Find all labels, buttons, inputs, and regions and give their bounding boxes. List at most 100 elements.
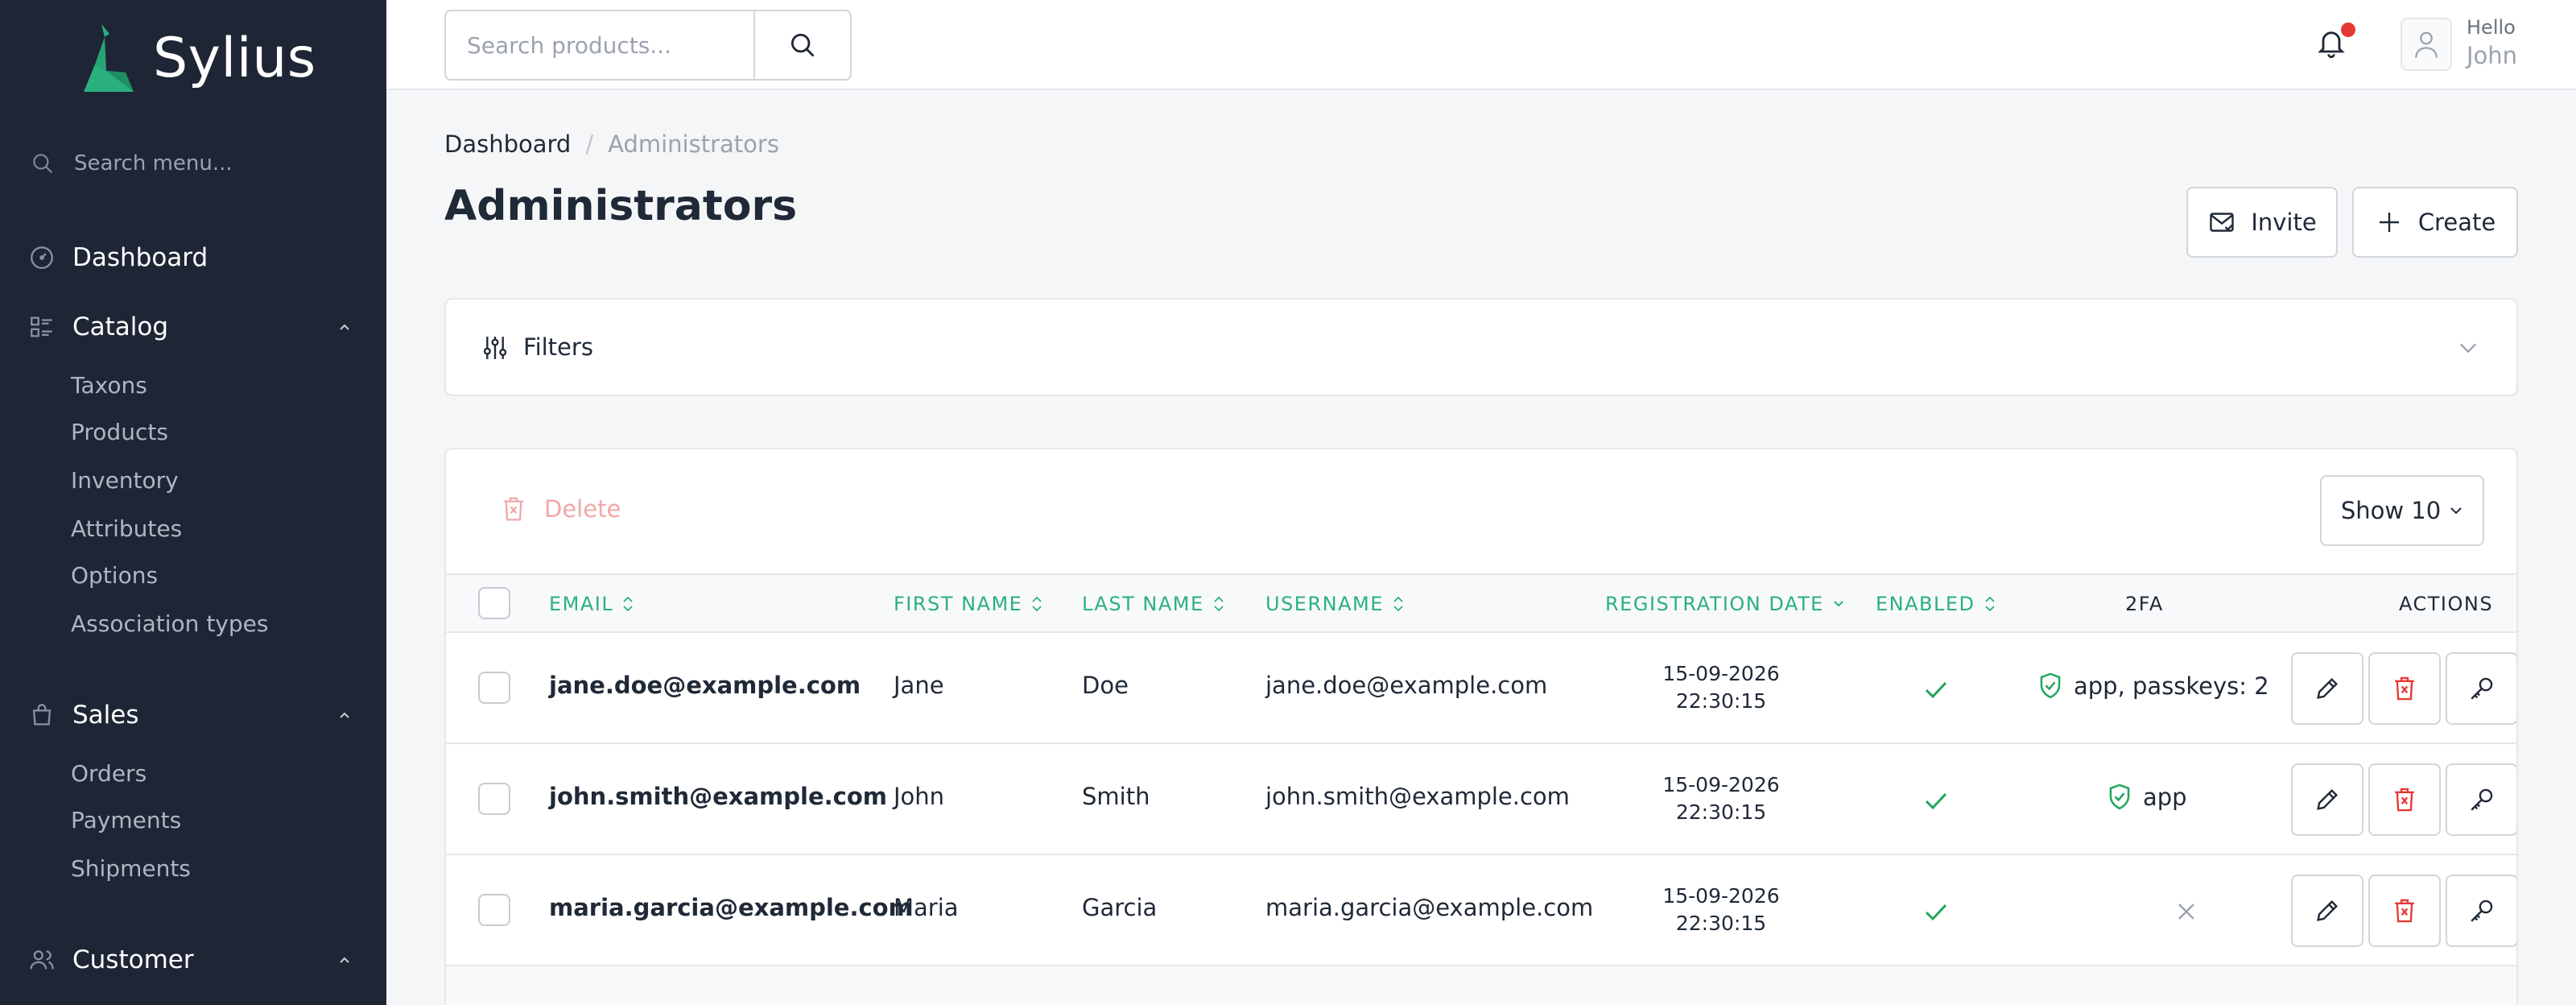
cell-registration-date: 15-09-2026 22:30:15 (1633, 883, 1810, 937)
shield-check-icon (2040, 672, 2061, 699)
edit-button[interactable] (2291, 875, 2363, 947)
invite-label: Invite (2251, 209, 2317, 236)
edit-button[interactable] (2291, 763, 2363, 836)
cell-last-name: Smith (1082, 783, 1150, 810)
table-row: john.smith@example.com John Smith john.s… (446, 744, 2516, 855)
x-icon (2175, 900, 2198, 923)
row-checkbox[interactable] (478, 783, 510, 815)
page-size-label: Show 10 (2340, 497, 2442, 524)
sort-icon (1213, 596, 1224, 612)
time-value: 22:30:15 (1675, 912, 1767, 935)
impersonate-button[interactable] (2446, 652, 2516, 725)
cell-2fa: app, passkeys: 2 (2037, 672, 2269, 701)
filters-panel[interactable]: Filters (444, 298, 2518, 396)
sidebar-section-label: Sales (72, 701, 139, 730)
create-button[interactable]: Create (2352, 187, 2518, 258)
impersonate-button[interactable] (2446, 763, 2516, 836)
trash-icon (2395, 676, 2414, 701)
bulk-delete-button[interactable]: Delete (501, 494, 621, 523)
impersonate-button[interactable] (2446, 875, 2516, 947)
sort-icon (1393, 596, 1403, 612)
column-registration-date[interactable]: REGISTRATION DATE (1605, 593, 1845, 615)
user-name[interactable]: John (2467, 42, 2517, 69)
sylius-logo[interactable]: Sylius (77, 23, 316, 93)
user-avatar[interactable] (2401, 18, 2452, 71)
pencil-icon (2317, 900, 2339, 921)
dashboard-icon (27, 243, 56, 272)
check-icon (1922, 789, 1950, 812)
search-button[interactable] (753, 11, 850, 79)
delete-label: Delete (544, 495, 621, 523)
cell-first-name: Jane (894, 672, 944, 699)
create-label: Create (2417, 209, 2496, 236)
user-greeting: Hello (2467, 16, 2516, 39)
sliders-icon (481, 333, 509, 362)
search-icon (791, 33, 815, 57)
column-label: REGISTRATION DATE (1605, 593, 1824, 615)
delete-button[interactable] (2368, 875, 2441, 947)
sidebar-item-inventory[interactable]: Inventory (71, 467, 179, 494)
table-row: jane.doe@example.com Jane Doe jane.doe@e… (446, 633, 2516, 744)
sidebar-item-products[interactable]: Products (71, 419, 168, 445)
sidebar-item-dashboard[interactable]: Dashboard (27, 243, 365, 272)
sidebar-item-shipments[interactable]: Shipments (71, 855, 191, 882)
column-enabled[interactable]: ENABLED (1876, 593, 1996, 615)
sidebar-item-association-types[interactable]: Association types (71, 610, 268, 637)
column-label: EMAIL (549, 593, 614, 615)
row-checkbox[interactable] (478, 894, 510, 926)
delete-button[interactable] (2368, 763, 2441, 836)
sidebar-section-customer[interactable]: Customer (27, 945, 365, 974)
sidebar-section-label: Customer (72, 945, 194, 974)
cell-email[interactable]: maria.garcia@example.com (549, 894, 913, 921)
sidebar-item-orders[interactable]: Orders (71, 760, 147, 787)
pencil-icon (2317, 788, 2339, 810)
date-value: 15-09-2026 (1662, 773, 1780, 796)
breadcrumb-dashboard[interactable]: Dashboard (444, 130, 571, 158)
sidebar-item-label: Dashboard (72, 243, 208, 272)
column-last-name[interactable]: LAST NAME (1082, 593, 1225, 615)
sylius-swan-icon (84, 24, 134, 92)
cell-email[interactable]: john.smith@example.com (549, 783, 887, 810)
select-all-checkbox[interactable] (478, 587, 510, 619)
edit-button[interactable] (2291, 652, 2363, 725)
row-checkbox[interactable] (478, 672, 510, 704)
column-username[interactable]: USERNAME (1265, 593, 1405, 615)
column-email[interactable]: EMAIL (549, 593, 634, 615)
breadcrumb-current: Administrators (608, 130, 779, 158)
cell-registration-date: 15-09-2026 22:30:15 (1633, 771, 1810, 826)
sidebar-section-catalog[interactable]: Catalog (27, 312, 365, 341)
column-actions: ACTIONS (2399, 593, 2494, 615)
cell-first-name: Maria (894, 894, 959, 921)
cell-email[interactable]: jane.doe@example.com (549, 672, 861, 699)
table-row: maria.garcia@example.com Maria Garcia ma… (446, 855, 2516, 966)
sidebar-item-options[interactable]: Options (71, 562, 158, 589)
page-size-select[interactable]: Show 10 (2320, 475, 2484, 546)
chevron-down-icon (1834, 601, 1843, 607)
users-icon (27, 945, 56, 974)
sidebar-item-attributes[interactable]: Attributes (71, 515, 182, 542)
time-value: 22:30:15 (1675, 800, 1767, 824)
delete-button[interactable] (2368, 652, 2441, 725)
sidebar-section-sales[interactable]: Sales (27, 701, 365, 730)
breadcrumb: Dashboard / Administrators (444, 130, 779, 158)
notifications-button[interactable] (2315, 23, 2355, 64)
sidebar-item-payments[interactable]: Payments (71, 807, 181, 833)
notification-badge (2341, 23, 2355, 37)
catalog-icon (27, 312, 56, 341)
2fa-methods: app, passkeys: 2 (2074, 672, 2269, 700)
pencil-icon (2317, 677, 2339, 699)
check-icon (1922, 678, 1950, 701)
product-search-input[interactable] (446, 11, 753, 79)
cell-username: john.smith@example.com (1265, 783, 1570, 810)
chevron-down-icon (2457, 338, 2479, 358)
invite-button[interactable]: Invite (2186, 187, 2338, 258)
shopping-bag-icon (27, 701, 56, 730)
column-first-name[interactable]: FIRST NAME (894, 593, 1043, 615)
top-bar: Hello John (386, 0, 2576, 90)
user-icon (2415, 31, 2438, 58)
chevron-up-icon (340, 957, 349, 963)
chevron-down-icon (2450, 507, 2462, 515)
cell-2fa: app (2106, 783, 2187, 812)
sidebar-item-taxons[interactable]: Taxons (71, 372, 147, 399)
menu-search[interactable]: Search menu... (29, 150, 233, 177)
